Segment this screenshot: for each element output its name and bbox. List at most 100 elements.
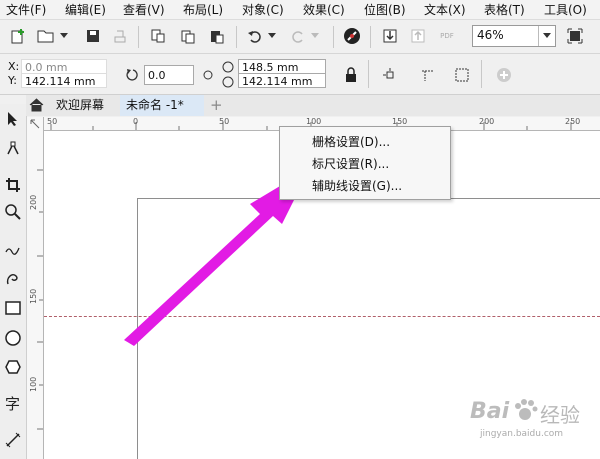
paw-icon [515,399,538,420]
menu-effects[interactable]: 效果(C) [303,1,345,18]
rotation-field[interactable]: 0.0 [144,65,194,85]
shape-tool[interactable] [3,138,23,160]
y-position-field[interactable]: 142.114 mm [21,73,107,88]
vertical-ruler[interactable]: 200 150 100 [27,130,44,459]
rectangle-tool[interactable] [3,297,23,319]
undo-button[interactable] [245,26,265,46]
pdf-label: PDF [440,32,454,40]
home-button[interactable] [29,98,44,115]
artistic-media-tool[interactable] [3,267,23,289]
property-bar: X: 0.0 mm Y: 142.114 mm 0.0 148.5 mm 142… [0,54,600,95]
pick-tool[interactable] [3,108,23,130]
menu-file[interactable]: 文件(F) [6,1,46,18]
menu-layout[interactable]: 布局(L) [183,1,223,18]
menu-view[interactable]: 查看(V) [123,1,165,18]
full-screen-button[interactable] [565,26,585,46]
x-position-field[interactable]: 0.0 mm [21,59,107,74]
separator [481,60,482,88]
menu-bar: 文件(F) 编辑(E) 查看(V) 布局(L) 对象(C) 效果(C) 位图(B… [0,0,600,20]
guideline-preset-button[interactable] [418,65,438,85]
ruler-origin[interactable] [27,117,44,131]
home-icon [29,98,44,112]
rotate-cw-icon [222,76,234,88]
height-icon-wrap [220,74,236,90]
chevron-down-icon [543,33,551,38]
text-tool[interactable]: 字 [3,392,23,414]
page-frame-icon [455,68,469,82]
new-document-button[interactable] [8,26,28,46]
copy-button[interactable] [178,26,198,46]
page-frame-button[interactable] [452,65,472,85]
parallel-dimension-tool[interactable] [3,429,23,451]
ruler-origin-icon [30,119,40,129]
zoom-tool[interactable] [3,201,23,223]
separator [138,26,139,48]
rotation-icon-wrap [122,65,142,85]
polygon-tool[interactable] [3,356,23,378]
new-document-icon [11,29,24,44]
ruler-context-menu: 栅格设置(D)... 标尺设置(R)... 辅助线设置(G)... [279,126,451,200]
baidu-watermark: Bai 经验 jingyan.baidu.com [470,395,595,445]
add-button[interactable] [494,65,514,85]
menu-text[interactable]: 文本(X) [424,1,466,18]
document-tab-bar: 欢迎屏幕 未命名 -1* + [26,95,600,116]
publish-pdf-button[interactable]: PDF [436,26,458,46]
menu-tools[interactable]: 工具(O) [544,1,587,18]
chevron-down-icon [311,33,319,38]
ellipse-tool[interactable] [3,327,23,349]
zoom-level-select[interactable]: 46% [472,25,556,47]
undo-icon [248,31,261,43]
crop-tool[interactable] [3,174,23,196]
save-button[interactable] [83,26,103,46]
open-button[interactable] [36,26,56,46]
hruler-label: 50 [219,117,230,126]
hruler-label: 0 [133,117,139,126]
center-y-field[interactable]: 142.114 mm [238,73,326,88]
undo-dropdown[interactable] [266,26,278,46]
import-button[interactable] [380,26,400,46]
zoom-dropdown[interactable] [538,26,555,46]
guideline-node-icon [383,68,394,79]
redo-icon [292,31,303,43]
guideline-icon [422,70,434,81]
menu-object[interactable]: 对象(C) [242,1,284,18]
vruler-label: 200 [29,194,38,210]
dimension-icon [5,432,21,448]
rotate-icon [126,69,138,81]
pointer-icon [8,112,17,126]
hruler-label: 250 [565,117,581,126]
full-screen-icon [567,28,583,44]
hruler-label: 100 [306,117,322,126]
menu-item-guidelines-setup[interactable]: 辅助线设置(G)... [312,177,402,194]
menu-bitmaps[interactable]: 位图(B) [364,1,406,18]
center-x-field[interactable]: 148.5 mm [238,59,326,74]
ellipse-icon [5,330,21,346]
menu-item-ruler-setup[interactable]: 标尺设置(R)... [312,155,389,172]
redo-dropdown[interactable] [309,26,321,46]
hruler-label: 50 [47,117,58,126]
freehand-tool[interactable] [3,237,23,259]
freehand-icon [5,247,20,255]
redo-button[interactable] [288,26,308,46]
watermark-jingyan: 经验 [540,403,580,427]
menu-item-grid-setup[interactable]: 栅格设置(D)... [312,133,390,150]
floppy-icon [87,30,99,42]
watermark-brand: Bai [470,399,510,424]
search-content-button[interactable] [342,26,362,46]
cut-button[interactable] [148,26,168,46]
menu-edit[interactable]: 编辑(E) [65,1,106,18]
snap-to-guides-button[interactable] [380,65,400,85]
lock-button[interactable] [341,65,361,85]
watermark-url: jingyan.baidu.com [480,429,564,439]
chevron-down-icon [60,33,68,38]
print-button[interactable] [110,26,130,46]
rectangle-icon [5,301,21,315]
vruler-label: 100 [29,376,38,392]
tab-untitled-document[interactable]: 未命名 -1* [120,95,204,116]
menu-table[interactable]: 表格(T) [484,1,525,18]
tab-welcome-screen[interactable]: 欢迎屏幕 [50,95,110,116]
open-dropdown[interactable] [58,26,70,46]
paste-button[interactable] [207,26,227,46]
export-button[interactable] [408,26,428,46]
add-tab-button[interactable]: + [210,95,223,116]
